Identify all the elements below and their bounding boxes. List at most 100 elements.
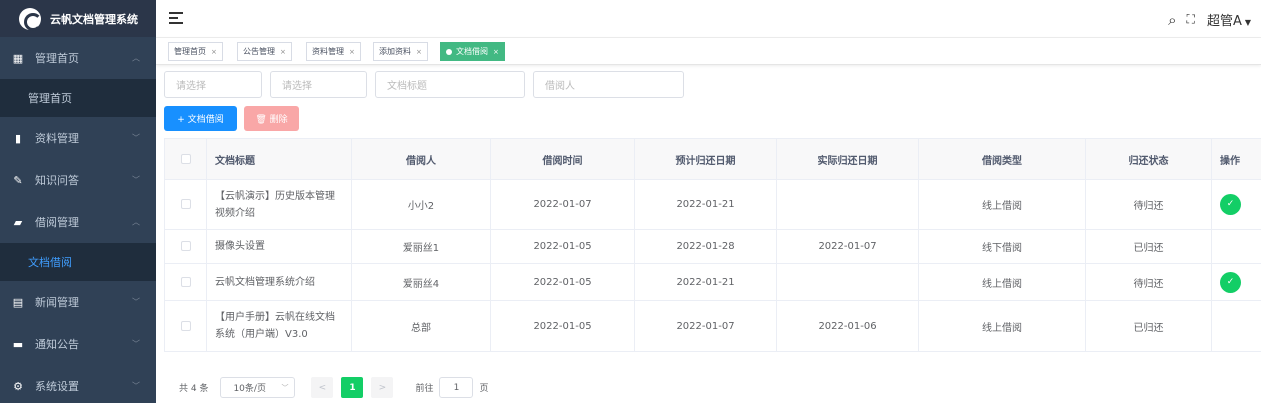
return-check-icon[interactable]: ✓ [1220,271,1241,293]
goto-page-input[interactable]: 1 [439,377,474,398]
cell-title: 【云帆演示】历史版本管理视频介绍 [206,179,352,230]
tag-label: 添加资料 [379,47,411,56]
cell-borrow-time: 2022-01-05 [490,263,635,301]
row-select-cell[interactable] [164,263,207,301]
prev-page-button[interactable]: < [311,377,334,398]
cell-action: ✓ [1211,263,1261,301]
cell-expected: 2022-01-28 [634,229,777,264]
search-icon[interactable]: ⌕ [1168,11,1176,29]
logo-icon [19,7,42,31]
cell-expected: 2022-01-21 [634,179,777,230]
sidebar-item[interactable]: ✎ 知识问答 ﹀ [0,159,156,201]
submenu-item[interactable]: 文档借阅 [0,243,156,281]
sidebar-item-label: 系统设置 [35,380,79,393]
row-checkbox[interactable] [180,276,191,287]
select-all-checkbox[interactable] [164,138,207,180]
message-icon: ▬ [12,337,24,351]
cell-borrow-time: 2022-01-07 [490,179,635,230]
goto-suffix: 页 [479,384,489,394]
doc-title-input[interactable]: 文档标题 [375,71,525,98]
cell-borrow-time: 2022-01-05 [490,229,635,264]
tag-1[interactable]: 公告管理 × [237,42,292,61]
sidebar-item[interactable]: ▮ 资料管理 ﹀ [0,117,156,159]
chevron-icon: ︿ [132,217,140,227]
cell-title: 【用户手册】云帆在线文档系统（用户端）V3.0 [206,300,352,352]
close-icon[interactable]: × [280,48,286,56]
close-icon[interactable]: × [416,48,422,56]
fullscreen-icon[interactable]: ⛶ [1187,12,1195,27]
cell-actual: 2022-01-07 [776,229,919,264]
cell-status: 待归还 [1085,179,1212,230]
return-check-icon[interactable]: ✓ [1220,194,1241,215]
chevron-down-icon: ﹀ [281,383,289,392]
column-header: 借阅类型 [918,138,1086,180]
sidebar-item-label: 通知公告 [35,338,79,351]
tag-3[interactable]: 添加资料 × [373,42,428,61]
total-count: 共 4 条 [179,384,209,394]
row-select-cell[interactable] [164,300,207,352]
edit-icon: ✎ [13,173,23,187]
tag-2[interactable]: 资料管理 × [306,42,361,61]
row-select-cell[interactable] [164,229,207,264]
page-size-value: 10条/页 [233,384,266,394]
pagination: 共 4 条 10条/页 ﹀ < 1 > 前往 1 页 [179,377,488,398]
header-right: ⌕ ⛶ 超管A ▼ [1158,10,1251,30]
tag-4[interactable]: 文档借阅 × [440,42,505,61]
cell-type: 线下借阅 [918,229,1086,264]
sidebar-item-label: 借阅管理 [35,216,79,229]
navbar: ⌕ ⛶ 超管A ▼ [156,0,1261,38]
row-select-cell[interactable] [164,179,207,230]
tags-view: 管理首页 × 公告管理 × 资料管理 × 添加资料 × 文档借阅 × [156,38,1261,65]
close-icon[interactable]: × [211,48,217,56]
select-filter-1[interactable]: 请选择 [164,71,262,98]
app-title: 云帆文档管理系统 [50,12,138,26]
user-name[interactable]: 超管A [1207,10,1242,29]
sidebar-item[interactable]: ▤ 新闻管理 ﹀ [0,281,156,323]
next-page-button[interactable]: > [371,377,394,398]
row-checkbox[interactable] [180,241,191,251]
sidebar-item[interactable]: ▬ 通知公告 ﹀ [0,323,156,365]
tag-0[interactable]: 管理首页 × [168,42,223,61]
borrow-table: 文档标题 借阅人 借阅时间 预计归还日期 实际归还日期 借阅类型 归还状态 操作 【云帆演示】… [164,138,1261,352]
close-icon[interactable]: × [493,48,499,56]
chevron-icon: ﹀ [132,297,140,307]
table-header-row: 文档标题 借阅人 借阅时间 预计归还日期 实际归还日期 借阅类型 归还状态 操作 [164,138,1261,180]
hamburger-icon[interactable] [169,12,183,24]
sidebar-item[interactable]: ▦ 管理首页 ︿ [0,37,156,79]
add-borrow-button[interactable]: + 文档借阅 [164,106,237,131]
checkbox[interactable] [180,153,191,164]
goto-label: 前往 [415,384,434,394]
column-header: 借阅人 [351,138,491,180]
cell-action [1211,229,1261,264]
tag-label: 文档借阅 [456,47,488,56]
row-checkbox[interactable] [180,320,191,331]
close-icon[interactable]: × [349,48,355,56]
column-header: 文档标题 [206,138,352,180]
active-dot-icon [446,48,452,55]
tag-label: 公告管理 [243,47,275,56]
cell-borrower: 小小2 [351,179,491,230]
sidebar-item[interactable]: ⚙ 系统设置 ﹀ [0,365,156,403]
chevron-icon: ︿ [132,53,140,63]
chevron-icon: ﹀ [132,339,140,349]
delete-button[interactable]: 🗑 删除 [244,106,299,131]
sidebar-item-label: 管理首页 [35,52,79,65]
submenu-item[interactable]: 管理首页 [0,79,156,117]
sidebar-item[interactable]: ▰ 借阅管理 ︿ [0,201,156,243]
table-row: 云帆文档管理系统介绍 爱丽丝4 2022-01-05 2022-01-21 线上借阅 待归… [164,263,1261,301]
row-checkbox[interactable] [180,199,191,209]
borrower-input[interactable]: 借阅人 [533,71,684,98]
sidebar-item-label: 新闻管理 [35,296,79,309]
sidebar-menu: ▦ 管理首页 ︿ 管理首页 ▮ 资料管理 ﹀ ✎ 知识问答 ﹀ ▰ 借阅管理 ︿ 文档借阅 ▤ 新闻管理 ﹀ ▬ 通… [0,37,156,403]
cell-status: 已归还 [1085,300,1212,352]
cell-title: 云帆文档管理系统介绍 [206,263,352,301]
sidebar-item-label: 知识问答 [35,174,79,187]
brand: 云帆文档管理系统 [0,0,156,37]
select-filter-2[interactable]: 请选择 [270,71,367,98]
page-size-select[interactable]: 10条/页 ﹀ [220,377,296,398]
page-1-button[interactable]: 1 [341,377,364,398]
cell-borrower: 爱丽丝1 [351,229,491,264]
caret-down-icon[interactable]: ▼ [1245,18,1251,27]
column-header: 操作 [1211,138,1261,180]
cell-action: ✓ [1211,179,1261,230]
